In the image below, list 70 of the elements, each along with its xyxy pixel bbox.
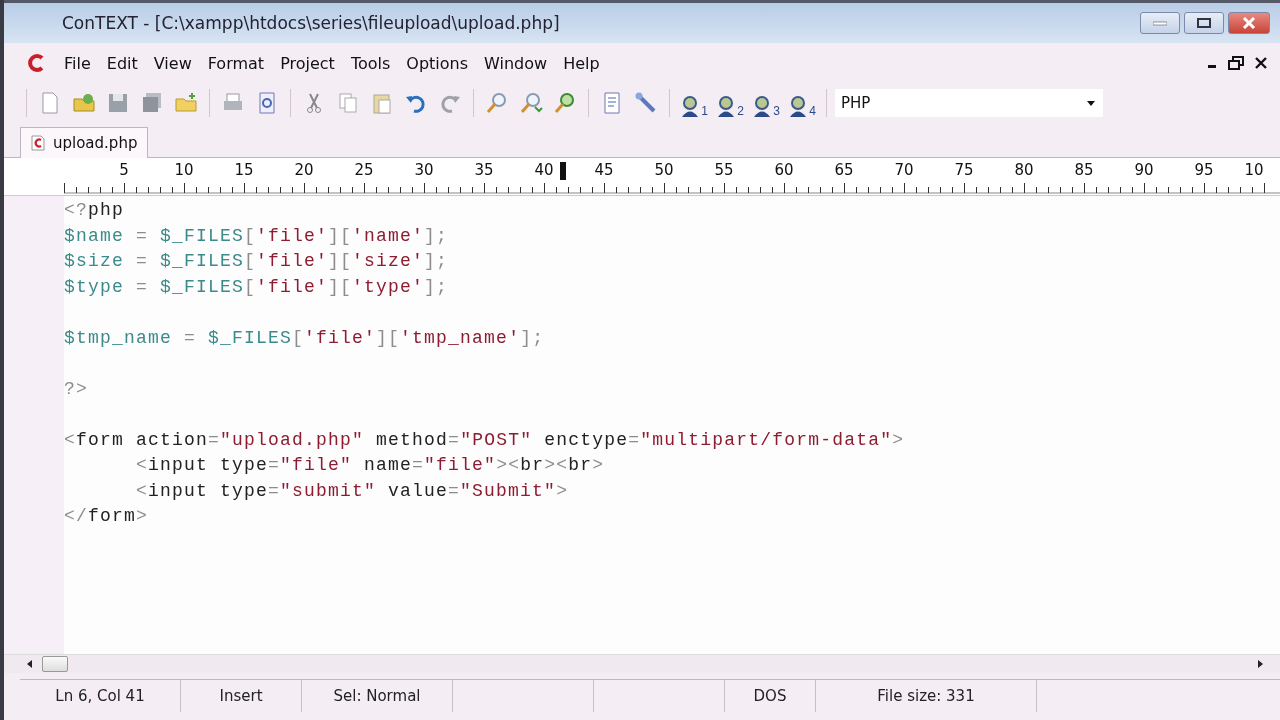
file-tab[interactable]: upload.php (20, 127, 149, 158)
ruler-number: 35 (474, 161, 494, 179)
code-line: <input type="submit" value="Submit"> (136, 479, 569, 503)
person-icon (716, 96, 737, 118)
maximize-icon (1197, 18, 1211, 28)
person-icon (680, 96, 701, 118)
horizontal-scrollbar[interactable] (4, 654, 1280, 673)
person-icon (788, 96, 809, 118)
menu-item[interactable]: Options (398, 53, 477, 73)
close-icon (1242, 17, 1256, 29)
ruler-number: 60 (774, 161, 794, 179)
user-button[interactable]: 2 (714, 88, 746, 118)
menu-item[interactable]: Help (555, 53, 608, 73)
minimize-icon (1153, 20, 1167, 26)
ruler-number: 20 (294, 161, 314, 179)
status-text: File size: 331 (877, 687, 975, 705)
menu-item[interactable]: Window (476, 53, 556, 73)
restore-icon[interactable] (1228, 56, 1244, 70)
ruler-number: 75 (954, 161, 974, 179)
status-text: Insert (219, 687, 263, 705)
close-icon[interactable] (1254, 56, 1268, 70)
user-button[interactable]: 1 (678, 88, 710, 118)
person-icon (752, 96, 773, 118)
ruler-number: 70 (894, 161, 914, 179)
scroll-right-icon[interactable] (1256, 659, 1264, 669)
code-line: <form action="upload.php" method="POST" enctype="multipart/form-data"> (64, 428, 905, 452)
ruler-number: 15 (234, 161, 254, 179)
ruler-number: 85 (1074, 161, 1094, 179)
ruler-number: 40 (534, 161, 554, 179)
user-button[interactable]: 3 (750, 88, 782, 118)
code-line: <input type="file" name="file"><br><br> (136, 454, 605, 477)
ruler-number: 5 (119, 161, 129, 179)
ruler-number: 90 (1134, 161, 1154, 179)
ruler-number: 65 (834, 161, 854, 179)
scroll-left-icon[interactable] (26, 659, 34, 669)
maximize-button[interactable] (1184, 12, 1224, 34)
ruler-number: 30 (414, 161, 434, 179)
ruler-number: 10 (1244, 161, 1264, 179)
status-text: DOS (753, 687, 787, 705)
scrollbar-thumb[interactable] (42, 656, 68, 672)
user-button[interactable]: 4 (786, 88, 818, 118)
ruler-cursor (560, 162, 566, 180)
menu-item[interactable]: Project (272, 53, 343, 73)
language-dropdown[interactable]: PHP (835, 89, 1103, 117)
code-line: $type = $_FILES['file']['type']; (64, 275, 449, 299)
status-text: Sel: Normal (333, 687, 421, 705)
close-button[interactable] (1228, 12, 1270, 34)
status-text: Ln 6, Col 41 (55, 687, 145, 705)
code-line: ?> (64, 377, 88, 401)
ruler-number: 50 (654, 161, 674, 179)
window-title: ConTEXT - [C:\xampp\htdocs\series\fileupload\upload.php] (62, 13, 560, 33)
ruler-number: 45 (594, 161, 614, 179)
ruler-number: 55 (714, 161, 734, 179)
code-line: $name = $_FILES['file']['name']; (64, 224, 449, 248)
dropdown-arrow-icon (1087, 100, 1095, 106)
ruler-number: 95 (1194, 161, 1214, 179)
ruler-number: 10 (174, 161, 194, 179)
code-line: </form> (64, 505, 149, 528)
menu-item[interactable]: Format (199, 53, 273, 73)
ruler-number: 25 (354, 161, 374, 179)
app-logo-icon (28, 54, 46, 72)
menu-item[interactable]: View (145, 53, 200, 73)
menu-item[interactable]: Edit (98, 53, 146, 73)
ruler-number: 80 (1014, 161, 1034, 179)
code-line: $size = $_FILES['file']['size']; (64, 250, 449, 273)
menu-item[interactable]: File (56, 53, 99, 73)
php-file-icon (31, 135, 45, 151)
menu-item[interactable]: Tools (342, 53, 399, 73)
code-line: $tmp_name = $_FILES['file']['tmp_name']; (64, 326, 545, 350)
code-line: <?php (64, 199, 125, 222)
